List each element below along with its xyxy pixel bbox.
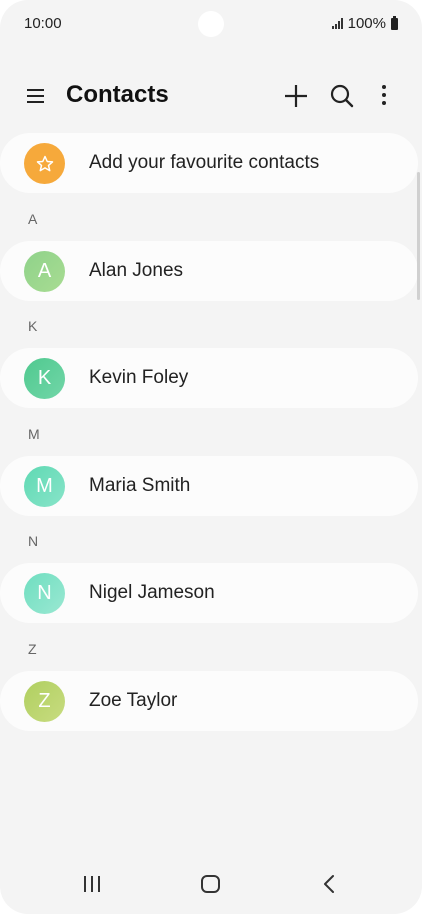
contact-name: Nigel Jameson	[89, 582, 215, 603]
menu-icon[interactable]	[24, 86, 50, 106]
contact-name: Alan Jones	[89, 260, 184, 281]
contact-item[interactable]: M Maria Smith	[0, 456, 418, 516]
favourite-avatar	[24, 143, 65, 184]
contact-name: Zoe Taylor	[89, 690, 178, 711]
avatar: Z	[24, 681, 65, 722]
section-letter: M	[28, 426, 40, 442]
contact-item[interactable]: N Nigel Jameson	[0, 563, 418, 623]
avatar: M	[24, 466, 65, 507]
contact-item[interactable]: A Alan Jones	[0, 241, 418, 301]
phone-screen: 10:00 100% Contacts Add your favourite c…	[0, 0, 422, 914]
recents-icon	[84, 876, 100, 892]
add-contact-button[interactable]	[280, 80, 312, 112]
add-favourites-card[interactable]: Add your favourite contacts	[0, 133, 418, 193]
back-button[interactable]	[314, 868, 346, 900]
section-letter: A	[28, 211, 38, 227]
section-letter: N	[28, 533, 39, 549]
more-options-button[interactable]	[368, 80, 400, 112]
avatar: A	[24, 251, 65, 292]
scrollbar[interactable]	[417, 172, 420, 300]
more-vertical-icon	[382, 85, 386, 105]
section-letter: Z	[28, 641, 37, 657]
recents-button[interactable]	[76, 868, 108, 900]
search-icon	[330, 84, 354, 108]
plus-icon	[285, 85, 307, 107]
avatar: N	[24, 573, 65, 614]
avatar: K	[24, 358, 65, 399]
home-button[interactable]	[195, 868, 227, 900]
battery-percent: 100%	[347, 15, 386, 32]
navigation-bar	[0, 854, 422, 914]
back-icon	[324, 875, 334, 893]
star-icon	[36, 155, 53, 171]
search-button[interactable]	[326, 80, 358, 112]
signal-icon	[331, 18, 343, 29]
home-icon	[201, 875, 220, 893]
status-icons: 100%	[331, 15, 398, 32]
contact-item[interactable]: Z Zoe Taylor	[0, 671, 418, 731]
contact-name: Kevin Foley	[89, 367, 189, 388]
battery-icon	[391, 15, 398, 30]
app-header: Contacts	[0, 72, 422, 120]
contact-item[interactable]: K Kevin Foley	[0, 348, 418, 408]
contact-name: Maria Smith	[89, 475, 191, 496]
page-title: Contacts	[66, 81, 169, 108]
status-bar: 10:00 100%	[0, 0, 422, 48]
add-favourites-label: Add your favourite contacts	[89, 152, 320, 173]
section-letter: K	[28, 318, 38, 334]
camera-cutout	[198, 11, 224, 37]
status-time: 10:00	[24, 15, 62, 32]
